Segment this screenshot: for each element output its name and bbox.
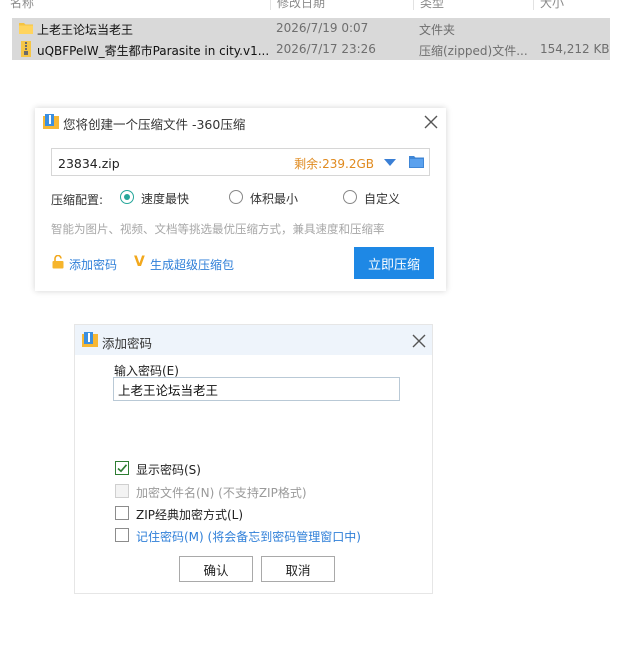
cancel-button[interactable]: 取消: [261, 556, 335, 582]
column-header-date[interactable]: 修改日期: [277, 0, 325, 10]
radio-indicator[interactable]: [229, 190, 243, 204]
archive-path-field[interactable]: 剩余:239.2GB: [51, 148, 430, 176]
column-header-type[interactable]: 类型: [420, 0, 444, 10]
checkbox-indicator: [115, 484, 129, 498]
close-icon[interactable]: [424, 115, 438, 129]
radio-label: 自定义: [364, 192, 401, 206]
column-header-name[interactable]: 名称: [10, 0, 34, 10]
checkbox-label: 加密文件名(N) (不支持ZIP格式): [136, 486, 307, 500]
dialog-title: 您将创建一个压缩文件 -360压缩: [63, 117, 246, 132]
file-size: 154,212 KB: [540, 42, 610, 56]
360-zip-app-icon: [43, 114, 59, 129]
create-archive-dialog: 您将创建一个压缩文件 -360压缩 剩余:239.2GB 压缩配置: 速度最快 …: [35, 108, 446, 291]
file-list-column-header: 名称 修改日期 类型 大小: [0, 0, 617, 10]
checkbox-indicator[interactable]: [115, 461, 129, 475]
radio-indicator[interactable]: [120, 190, 134, 204]
radio-indicator[interactable]: [343, 190, 357, 204]
chevron-down-icon[interactable]: [384, 159, 396, 166]
dialog-title-bar: 添加密码: [75, 325, 432, 355]
column-separator[interactable]: [413, 0, 414, 10]
file-row-folder[interactable]: 上老王论坛当老王 2026/7/19 0:07 文件夹: [12, 18, 610, 39]
lock-icon: [52, 255, 64, 269]
dialog-title-bar: 您将创建一个压缩文件 -360压缩: [35, 108, 446, 136]
add-password-link[interactable]: 添加密码: [69, 256, 117, 273]
file-name: uQBFPelW_寄生都市Parasite in city.v1...: [37, 44, 270, 58]
file-row-zip[interactable]: uQBFPelW_寄生都市Parasite in city.v1... 2026…: [12, 39, 610, 60]
column-separator[interactable]: [533, 0, 534, 10]
checkbox-label: 显示密码(S): [136, 463, 201, 477]
360-zip-app-icon: [82, 332, 98, 347]
checkbox-label: ZIP经典加密方式(L): [136, 508, 244, 522]
radio-label: 速度最快: [141, 192, 190, 206]
vip-v-icon: V: [134, 254, 145, 270]
compress-hint-text: 智能为图片、视频、文档等挑选最优压缩方式，兼具速度和压缩率: [51, 222, 385, 236]
zip-file-icon: [21, 41, 31, 57]
folder-icon: [19, 23, 33, 34]
file-date: 2026/7/19 0:07: [276, 21, 369, 35]
file-type: 文件夹: [419, 23, 456, 37]
compress-config-label: 压缩配置:: [51, 193, 104, 207]
file-type: 压缩(zipped)文件...: [419, 44, 528, 58]
compress-now-button[interactable]: 立即压缩: [354, 247, 434, 279]
radio-label: 体积最小: [250, 192, 299, 206]
add-password-dialog: 添加密码 输入密码(E) 显示密码(S) 加密文件名(N) (不支持ZIP格式)…: [74, 324, 433, 594]
browse-folder-icon[interactable]: [409, 155, 424, 168]
checkbox-indicator[interactable]: [115, 506, 129, 520]
checkbox-indicator[interactable]: [115, 528, 129, 542]
file-name: 上老王论坛当老王: [37, 23, 134, 37]
dialog-title: 添加密码: [102, 336, 153, 351]
checkbox-label: 记住密码(M) (将会备忘到密码管理窗口中): [136, 530, 361, 544]
free-space-label: 剩余:239.2GB: [294, 157, 374, 171]
password-input[interactable]: [113, 377, 400, 401]
ok-button[interactable]: 确认: [179, 556, 253, 582]
column-separator[interactable]: [270, 0, 271, 10]
checkmark-icon: [117, 464, 128, 473]
file-date: 2026/7/17 23:26: [276, 42, 376, 56]
archive-filename-input[interactable]: [56, 152, 280, 174]
super-package-link[interactable]: 生成超级压缩包: [150, 256, 234, 273]
close-icon[interactable]: [412, 334, 426, 348]
column-header-size[interactable]: 大小: [540, 0, 564, 10]
